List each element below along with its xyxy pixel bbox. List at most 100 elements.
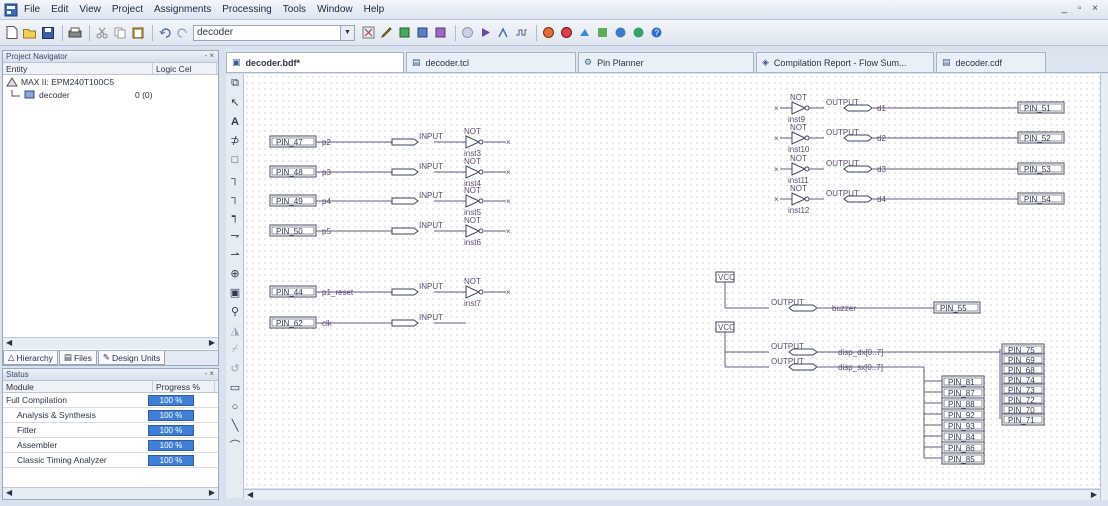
chip-planner-button[interactable] <box>595 25 610 40</box>
tab-hierarchy[interactable]: △ Hierarchy <box>3 351 58 365</box>
rotate-tool[interactable]: ↺ <box>226 359 244 378</box>
dock-tool[interactable]: ⧉ <box>226 74 244 93</box>
arc-tool[interactable]: ⌒ <box>226 435 244 454</box>
menu-view[interactable]: View <box>79 4 101 15</box>
save-button[interactable] <box>40 25 55 40</box>
scroll-right-icon[interactable]: ▶ <box>209 338 215 347</box>
rubberband-tool[interactable]: ⇁ <box>226 226 244 245</box>
partial-line-tool[interactable]: ⇀ <box>226 245 244 264</box>
start-compilation-button[interactable] <box>478 25 493 40</box>
menu-help[interactable]: Help <box>364 4 385 15</box>
text-tool[interactable]: A <box>226 112 244 131</box>
menu-tools[interactable]: Tools <box>283 4 306 15</box>
tab-decoder-bdf[interactable]: ▣ decoder.bdf* <box>226 52 404 72</box>
canvas-hscroll[interactable]: ◀ ▶ <box>244 489 1100 500</box>
cut-button[interactable] <box>94 25 109 40</box>
disp-dx-output-symbol <box>788 348 818 356</box>
signaltap-button[interactable] <box>631 25 646 40</box>
tab-label: decoder.tcl <box>425 57 470 68</box>
file-icon: ▤ <box>63 352 72 362</box>
rubberband-icon: ⇁ <box>230 230 240 242</box>
print-button[interactable] <box>67 25 82 40</box>
status-row-analysis-synthesis[interactable]: Analysis & Synthesis 100 % <box>3 408 218 423</box>
tab-decoder-tcl[interactable]: ▤ decoder.tcl <box>406 52 576 72</box>
oval-tool[interactable]: ○ <box>226 397 244 416</box>
settings-button[interactable] <box>361 25 376 40</box>
conduit-tool[interactable]: ┑ <box>226 207 244 226</box>
menu-window[interactable]: Window <box>317 4 353 15</box>
status-row-fitter[interactable]: Fitter 100 % <box>3 423 218 438</box>
simulator-button[interactable] <box>541 25 556 40</box>
status-row-assembler[interactable]: Assembler 100 % <box>3 438 218 453</box>
status-row-timing-analyzer[interactable]: Classic Timing Analyzer 100 % <box>3 453 218 468</box>
entity-row[interactable]: decoder 0 (0) <box>3 88 218 101</box>
menu-file[interactable]: File <box>24 4 40 15</box>
rectangle-tool[interactable]: ▭ <box>226 378 244 397</box>
find-tool[interactable]: ⚲ <box>226 302 244 321</box>
compile-analysis-button[interactable] <box>397 25 412 40</box>
column-module[interactable]: Module <box>3 381 153 392</box>
module-name: Assembler <box>17 440 58 450</box>
entity-select[interactable]: decoder ▼ <box>193 24 355 41</box>
window-controls[interactable]: _ ▫ × <box>1061 3 1102 14</box>
tab-pin-planner[interactable]: ⚙ Pin Planner <box>578 52 754 72</box>
status-hscroll[interactable]: ◀ ▶ <box>3 487 218 499</box>
rtl-viewer-icon <box>580 29 589 36</box>
scroll-right-icon[interactable]: ▶ <box>209 488 215 497</box>
stop-button[interactable] <box>460 25 475 40</box>
symbol-tool[interactable]: ⊅ <box>226 131 244 150</box>
toolbar-separator <box>89 24 90 41</box>
tab-compilation-report[interactable]: ◈ Compilation Report - Flow Sum... <box>756 52 934 72</box>
full-screen-tool[interactable]: ▣ <box>226 283 244 302</box>
menu-edit[interactable]: Edit <box>51 4 68 15</box>
tab-design-units[interactable]: ✎ Design Units <box>97 351 166 365</box>
flip-horizontal-icon: ◮ <box>230 325 240 337</box>
scroll-right-icon[interactable]: ▶ <box>1091 490 1097 499</box>
flip-horizontal-tool[interactable]: ◮ <box>226 321 244 340</box>
tab-files[interactable]: ▤ Files <box>58 351 97 365</box>
scroll-left-icon[interactable]: ◀ <box>6 338 12 347</box>
menu-processing[interactable]: Processing <box>222 4 271 15</box>
column-logic-cells[interactable]: Logic Cel <box>153 63 217 74</box>
menu-assignments[interactable]: Assignments <box>154 4 211 15</box>
orthogonal-bus-tool[interactable]: ┐ <box>226 188 244 207</box>
undo-button[interactable] <box>157 25 172 40</box>
panel-pin-icon[interactable]: - × <box>204 51 214 60</box>
pin-tool-button[interactable] <box>379 25 394 40</box>
rtl-viewer-button[interactable] <box>577 25 592 40</box>
navigator-hscroll[interactable]: ◀ ▶ <box>3 337 218 349</box>
status-row-full-compilation[interactable]: Full Compilation 100 % <box>3 393 218 408</box>
analysis-button[interactable] <box>496 25 511 40</box>
timing-button[interactable] <box>514 25 529 40</box>
open-file-button[interactable] <box>22 25 37 40</box>
chevron-down-icon[interactable]: ▼ <box>340 25 354 40</box>
redo-button[interactable] <box>175 25 190 40</box>
column-entity[interactable]: Entity <box>3 63 153 74</box>
canvas-vscroll[interactable] <box>1100 74 1108 500</box>
schematic-drawing[interactable]: PIN_47 p2INPUTNOTinst3×PIN_48 p3INPUTNOTin… <box>244 74 1100 488</box>
module-name: Analysis & Synthesis <box>17 410 96 420</box>
zoom-tool[interactable]: ⊕ <box>226 264 244 283</box>
orthogonal-node-tool[interactable]: ┐ <box>226 169 244 188</box>
device-row[interactable]: MAX II: EPM240T100C5 <box>3 75 218 88</box>
flip-vertical-tool[interactable]: ⌿ <box>226 340 244 359</box>
selection-tool[interactable]: ↖ <box>226 93 244 112</box>
tab-decoder-cdf[interactable]: ▤ decoder.cdf <box>936 52 1046 72</box>
line-tool[interactable]: ╲ <box>226 416 244 435</box>
scroll-left-icon[interactable]: ◀ <box>247 490 253 499</box>
block-tool[interactable]: □ <box>226 150 244 169</box>
schematic-canvas[interactable]: PIN_47 p2 INPUT NOT inst3 × PIN_48 p3 INPUT NOT in… <box>244 74 1100 488</box>
help-button[interactable]: ? <box>649 25 664 40</box>
arc-icon: ⌒ <box>229 439 241 452</box>
column-progress[interactable]: Progress % <box>153 381 215 392</box>
paste-button[interactable] <box>130 25 145 40</box>
menu-project[interactable]: Project <box>112 4 143 15</box>
compile-timing-button[interactable] <box>433 25 448 40</box>
programmer-button[interactable] <box>613 25 628 40</box>
panel-pin-icon[interactable]: - × <box>204 369 214 378</box>
scroll-left-icon[interactable]: ◀ <box>6 488 12 497</box>
copy-button[interactable] <box>112 25 127 40</box>
compile-fitter-button[interactable] <box>415 25 430 40</box>
netlist-button[interactable] <box>559 25 574 40</box>
new-file-button[interactable] <box>4 25 19 40</box>
